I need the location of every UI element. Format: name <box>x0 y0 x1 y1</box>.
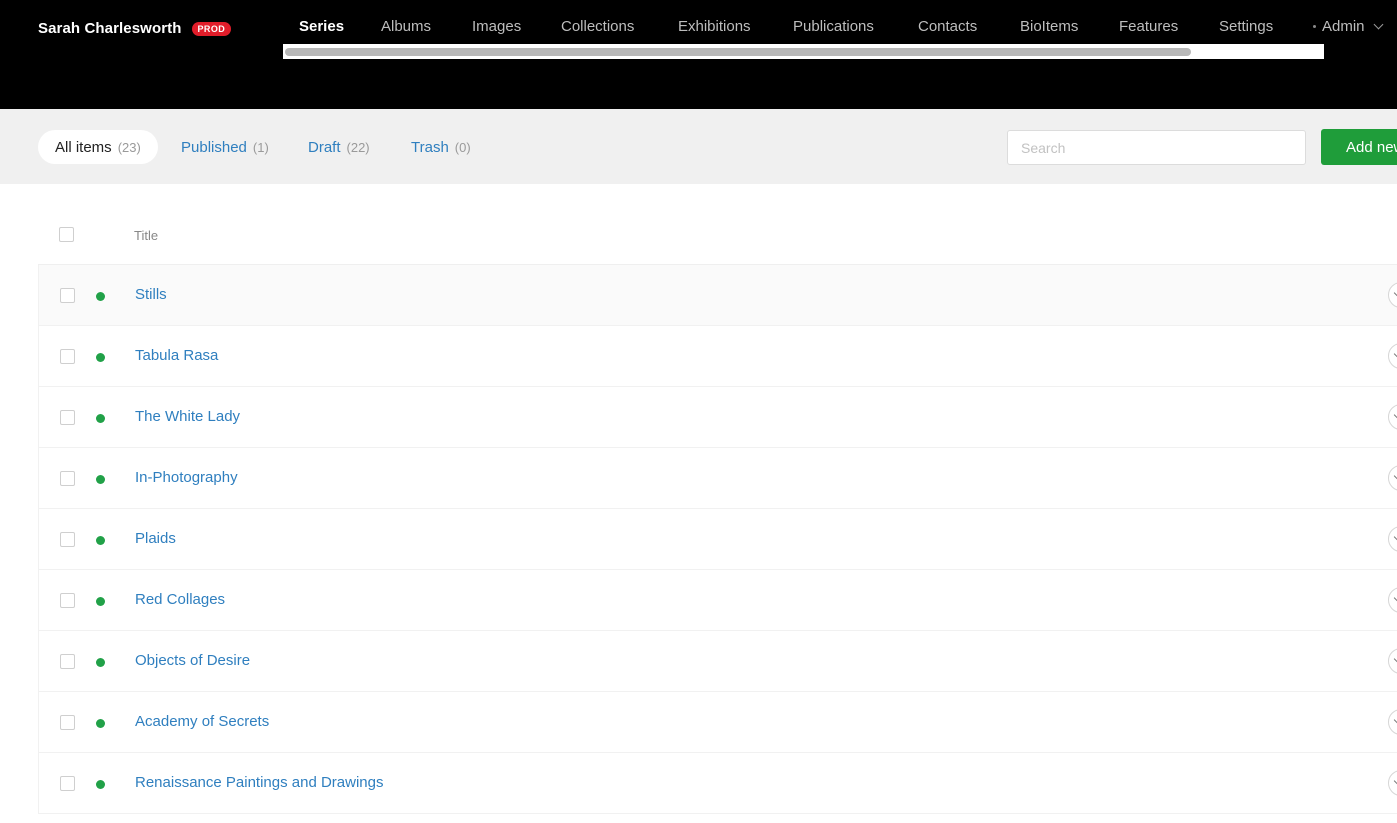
column-header-title: Title <box>134 228 159 243</box>
row-title-link[interactable]: In-Photography <box>135 469 238 486</box>
nav-item-images[interactable]: Images <box>472 18 521 35</box>
table-row: Plaids <box>38 509 1397 570</box>
tab-published[interactable]: Published (1) <box>181 130 269 164</box>
row-actions-button[interactable] <box>1388 770 1397 796</box>
row-checkbox[interactable] <box>60 654 75 669</box>
scrollbar-thumb[interactable] <box>285 48 1191 56</box>
row-actions-button[interactable] <box>1388 709 1397 735</box>
main-nav: Series Albums Images Collections Exhibit… <box>281 18 1397 42</box>
table-row: Academy of Secrets <box>38 692 1397 753</box>
tab-trash[interactable]: Trash (0) <box>411 130 471 164</box>
table-body: Stills Tabula Rasa The White Lady In-Pho… <box>38 265 1397 814</box>
tab-count: (0) <box>454 139 471 155</box>
row-actions-button[interactable] <box>1388 587 1397 613</box>
table-header: Title <box>38 204 1397 265</box>
environment-badge: PROD <box>191 21 232 36</box>
status-published-dot <box>96 292 105 301</box>
status-published-dot <box>96 414 105 423</box>
top-navbar: Sarah Charlesworth PROD Series Albums Im… <box>0 0 1397 109</box>
table-row: Stills <box>38 265 1397 326</box>
select-all-checkbox[interactable] <box>59 227 74 242</box>
row-title-link[interactable]: Plaids <box>135 530 176 547</box>
row-actions-button[interactable] <box>1388 526 1397 552</box>
tab-all-items[interactable]: All items (23) <box>38 130 158 164</box>
row-checkbox[interactable] <box>60 776 75 791</box>
status-published-dot <box>96 536 105 545</box>
nav-item-collections[interactable]: Collections <box>561 18 634 35</box>
row-actions-button[interactable] <box>1388 282 1397 308</box>
nav-item-series[interactable]: Series <box>299 18 344 35</box>
tab-count: (23) <box>117 139 141 155</box>
admin-menu[interactable]: Admin <box>1313 18 1383 35</box>
status-published-dot <box>96 719 105 728</box>
status-published-dot <box>96 353 105 362</box>
tab-label: Draft <box>308 138 341 156</box>
row-title-link[interactable]: Academy of Secrets <box>135 713 269 730</box>
tab-label: All items <box>55 138 112 156</box>
tab-count: (22) <box>346 139 370 155</box>
search-input[interactable] <box>1007 130 1306 165</box>
table-row: In-Photography <box>38 448 1397 509</box>
table-row: Renaissance Paintings and Drawings <box>38 753 1397 814</box>
tab-label: Trash <box>411 138 449 156</box>
row-title-link[interactable]: Stills <box>135 286 167 303</box>
nav-item-albums[interactable]: Albums <box>381 18 431 35</box>
chevron-down-icon <box>1373 19 1383 30</box>
nav-item-contacts[interactable]: Contacts <box>918 18 977 35</box>
admin-label: Admin <box>1322 18 1365 35</box>
table-row: Tabula Rasa <box>38 326 1397 387</box>
tab-draft[interactable]: Draft (22) <box>308 130 370 164</box>
table-row: Red Collages <box>38 570 1397 631</box>
status-published-dot <box>96 658 105 667</box>
row-title-link[interactable]: The White Lady <box>135 408 240 425</box>
row-checkbox[interactable] <box>60 288 75 303</box>
row-actions-button[interactable] <box>1388 343 1397 369</box>
brand[interactable]: Sarah Charlesworth PROD <box>38 20 232 37</box>
tab-label: Published <box>181 138 247 156</box>
row-title-link[interactable]: Red Collages <box>135 591 225 608</box>
row-title-link[interactable]: Tabula Rasa <box>135 347 218 364</box>
row-checkbox[interactable] <box>60 410 75 425</box>
admin-dot-icon <box>1313 25 1316 28</box>
row-checkbox[interactable] <box>60 349 75 364</box>
filter-bar: All items (23) Published (1) Draft (22) … <box>0 109 1397 184</box>
items-table: Title Stills Tabula Rasa The White Lady … <box>38 204 1397 814</box>
tab-count: (1) <box>252 139 269 155</box>
table-row: Objects of Desire <box>38 631 1397 692</box>
add-new-button[interactable]: Add new <box>1321 129 1397 165</box>
row-title-link[interactable]: Objects of Desire <box>135 652 250 669</box>
row-checkbox[interactable] <box>60 471 75 486</box>
table-row: The White Lady <box>38 387 1397 448</box>
row-actions-button[interactable] <box>1388 648 1397 674</box>
row-actions-button[interactable] <box>1388 404 1397 430</box>
nav-item-features[interactable]: Features <box>1119 18 1178 35</box>
nav-item-bioitems[interactable]: BioItems <box>1020 18 1078 35</box>
nav-item-exhibitions[interactable]: Exhibitions <box>678 18 751 35</box>
nav-item-publications[interactable]: Publications <box>793 18 874 35</box>
site-name[interactable]: Sarah Charlesworth <box>38 20 182 37</box>
status-published-dot <box>96 597 105 606</box>
row-checkbox[interactable] <box>60 532 75 547</box>
status-published-dot <box>96 475 105 484</box>
row-checkbox[interactable] <box>60 715 75 730</box>
status-published-dot <box>96 780 105 789</box>
nav-item-settings[interactable]: Settings <box>1219 18 1273 35</box>
row-actions-button[interactable] <box>1388 465 1397 491</box>
row-checkbox[interactable] <box>60 593 75 608</box>
nav-horizontal-scrollbar[interactable] <box>283 44 1324 59</box>
row-title-link[interactable]: Renaissance Paintings and Drawings <box>135 774 383 791</box>
